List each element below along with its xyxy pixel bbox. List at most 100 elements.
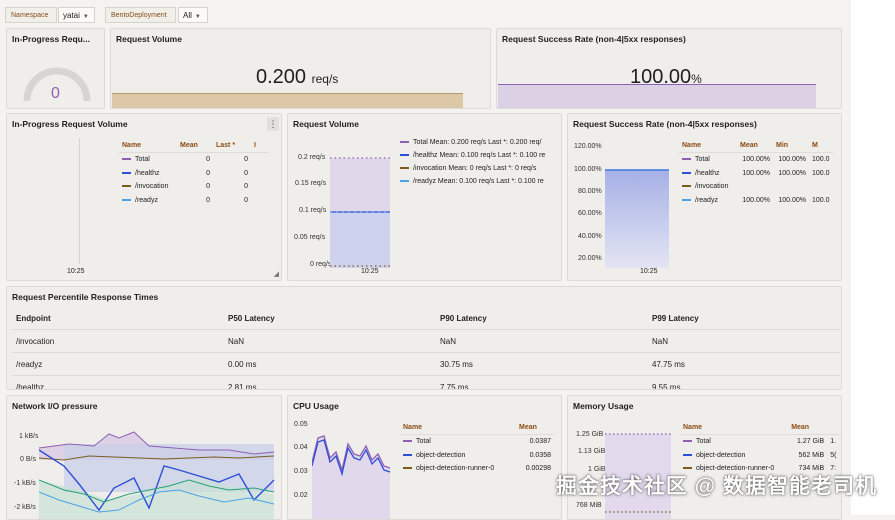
cell: NaN: [224, 329, 436, 353]
panel-title: In-Progress Requ...: [12, 34, 90, 44]
y-tick: 0.15 req/s: [295, 180, 327, 187]
deployment-select[interactable]: All ▼: [178, 7, 208, 23]
legend-name: /healthz: [695, 169, 720, 177]
series-swatch: [400, 154, 409, 157]
legend-last: 0: [244, 156, 248, 164]
legend-header[interactable]: Last *: [213, 139, 251, 153]
legend-header[interactable]: Mean: [177, 139, 213, 153]
percentile-response-panel[interactable]: Request Percentile Response Times Endpoi…: [6, 286, 842, 390]
legend-row[interactable]: Total 0 0: [119, 153, 269, 167]
legend-mean: 0: [206, 196, 210, 204]
network-io-panel[interactable]: Network I/O pressure 1 kB/s 0 B/s -1 kB/…: [6, 395, 282, 520]
legend-name: Total: [135, 156, 150, 164]
success-rate-panel[interactable]: Request Success Rate (non-4|5xx response…: [567, 113, 842, 281]
namespace-value: yatai: [63, 11, 80, 20]
panel-title: Request Percentile Response Times: [12, 292, 159, 302]
table-row[interactable]: /invocation NaN NaN NaN: [12, 329, 840, 353]
panel-title: Request Success Rate (non-4|5xx response…: [573, 119, 757, 129]
cell: 30.75 ms: [436, 352, 648, 376]
resize-handle-icon[interactable]: ◢: [274, 270, 279, 278]
legend-item[interactable]: /readyz Mean: 0.100 req/s Last *: 0.100 …: [400, 178, 544, 185]
legend-header[interactable]: Min: [773, 139, 809, 153]
legend-name: Total: [696, 438, 711, 446]
legend-header[interactable]: M: [809, 139, 833, 153]
y-tick: 0.02: [294, 492, 308, 499]
legend-name: /readyz: [695, 196, 718, 204]
legend-row[interactable]: object-detection 562 MiB 5(: [680, 449, 841, 463]
legend-header[interactable]: Mean: [516, 421, 554, 435]
cpu-usage-chart: [312, 435, 391, 519]
cpu-usage-panel[interactable]: CPU Usage 0.05 0.04 0.03 0.02 Name Mean …: [287, 395, 562, 520]
column-header[interactable]: P90 Latency: [436, 307, 648, 330]
legend-row[interactable]: Total 100.00% 100.00% 100.0: [679, 153, 833, 167]
y-tick: 0 req/s: [310, 261, 332, 268]
column-header[interactable]: P50 Latency: [224, 307, 436, 330]
cell: 47.75 ms: [648, 352, 840, 376]
y-tick: 20.00%: [578, 255, 602, 262]
legend-row[interactable]: /readyz 100.00% 100.00% 100.0: [679, 194, 833, 208]
legend-header[interactable]: Name: [679, 139, 737, 153]
legend-mean: [737, 180, 773, 194]
cell: 0.00 ms: [224, 352, 436, 376]
series-swatch: [122, 185, 131, 188]
table-row[interactable]: /readyz 0.00 ms 30.75 ms 47.75 ms: [12, 352, 840, 376]
legend-row[interactable]: Total 0.0387: [400, 435, 554, 449]
legend-mean: 100.00%: [742, 196, 770, 204]
legend-header[interactable]: Name: [680, 421, 789, 435]
cell: 9.55 ms: [648, 375, 840, 389]
chevron-down-icon: ▼: [82, 14, 89, 20]
legend-min: 100.00%: [778, 196, 806, 204]
legend-item[interactable]: /invocation Mean: 0 req/s Last *: 0 req/…: [400, 165, 536, 172]
in-progress-stat-panel[interactable]: In-Progress Requ... 0: [6, 28, 105, 109]
y-tick: 0.1 req/s: [299, 207, 327, 214]
panel-menu-icon[interactable]: ⋮: [267, 117, 279, 131]
memory-usage-panel[interactable]: Memory Usage 1.25 GiB 1.13 GiB 1 GiB 768…: [567, 395, 842, 520]
legend-row[interactable]: /invocation 0 0: [119, 180, 269, 194]
legend-mean: 0: [206, 169, 210, 177]
series-swatch: [400, 180, 409, 183]
legend-header[interactable]: I: [251, 139, 269, 153]
legend-header[interactable]: Name: [400, 421, 516, 435]
y-tick: 60.00%: [578, 210, 602, 217]
legend-min: [773, 180, 809, 194]
legend-header[interactable]: Name: [119, 139, 177, 153]
legend-text: Total Mean: 0.200 req/s Last *: 0.200 re…: [413, 139, 542, 146]
legend-row[interactable]: object-detection 0.0358: [400, 449, 554, 463]
success-rate-stat-panel[interactable]: Request Success Rate (non-4|5xx response…: [496, 28, 842, 109]
y-tick: 1 kB/s: [19, 433, 39, 440]
cell: /readyz: [12, 352, 224, 376]
y-tick: 1.25 GiB: [576, 431, 604, 438]
legend-item[interactable]: /healthz Mean: 0.100 req/s Last *: 0.100…: [400, 152, 545, 159]
legend-extra: 5(: [830, 451, 837, 459]
legend-item[interactable]: Total Mean: 0.200 req/s Last *: 0.200 re…: [400, 139, 541, 146]
sparkline-line: [112, 93, 463, 94]
legend-row[interactable]: /readyz 0 0: [119, 194, 269, 208]
legend-row[interactable]: /healthz 100.00% 100.00% 100.0: [679, 167, 833, 181]
legend-row[interactable]: /invocation: [679, 180, 833, 194]
table-row[interactable]: /healthz 2.81 ms 7.75 ms 9.55 ms: [12, 375, 840, 389]
request-volume-stat-panel[interactable]: Request Volume 0.200 req/s: [110, 28, 491, 109]
legend-mean: 0.0358: [529, 451, 551, 459]
column-header[interactable]: Endpoint: [12, 307, 224, 330]
namespace-select[interactable]: yatai ▼: [58, 7, 95, 23]
request-volume-panel[interactable]: Request Volume 0.2 req/s 0.15 req/s 0.1 …: [287, 113, 562, 281]
cell: 2.81 ms: [224, 375, 436, 389]
series-swatch: [400, 141, 409, 144]
legend-row[interactable]: object-detection-runner-0 0.00298: [400, 462, 554, 476]
legend-header[interactable]: Mean: [737, 139, 773, 153]
panel-title: Request Volume: [116, 34, 182, 44]
legend-table: Name Mean Total 1.27 GiB 1. object-detecti…: [680, 421, 841, 476]
legend-mean: 0: [206, 183, 210, 191]
legend-row[interactable]: /healthz 0 0: [119, 167, 269, 181]
legend-last: 0: [244, 196, 248, 204]
sparkline-area: [498, 84, 816, 108]
in-progress-volume-panel[interactable]: In-Progress Request Volume ⋮ 10:25 Name …: [6, 113, 282, 281]
y-tick: -1 kB/s: [14, 480, 36, 487]
panel-title: Network I/O pressure: [12, 401, 98, 411]
legend-name: /invocation: [695, 183, 729, 191]
legend-text: /healthz Mean: 0.100 req/s Last *: 0.100…: [413, 152, 546, 159]
legend-table: Name Mean Min M Total 100.00% 100.00% 100.0…: [679, 139, 833, 207]
legend-header[interactable]: Mean: [788, 421, 828, 435]
column-header[interactable]: P99 Latency: [648, 307, 840, 330]
legend-row[interactable]: Total 1.27 GiB 1.: [680, 435, 841, 449]
